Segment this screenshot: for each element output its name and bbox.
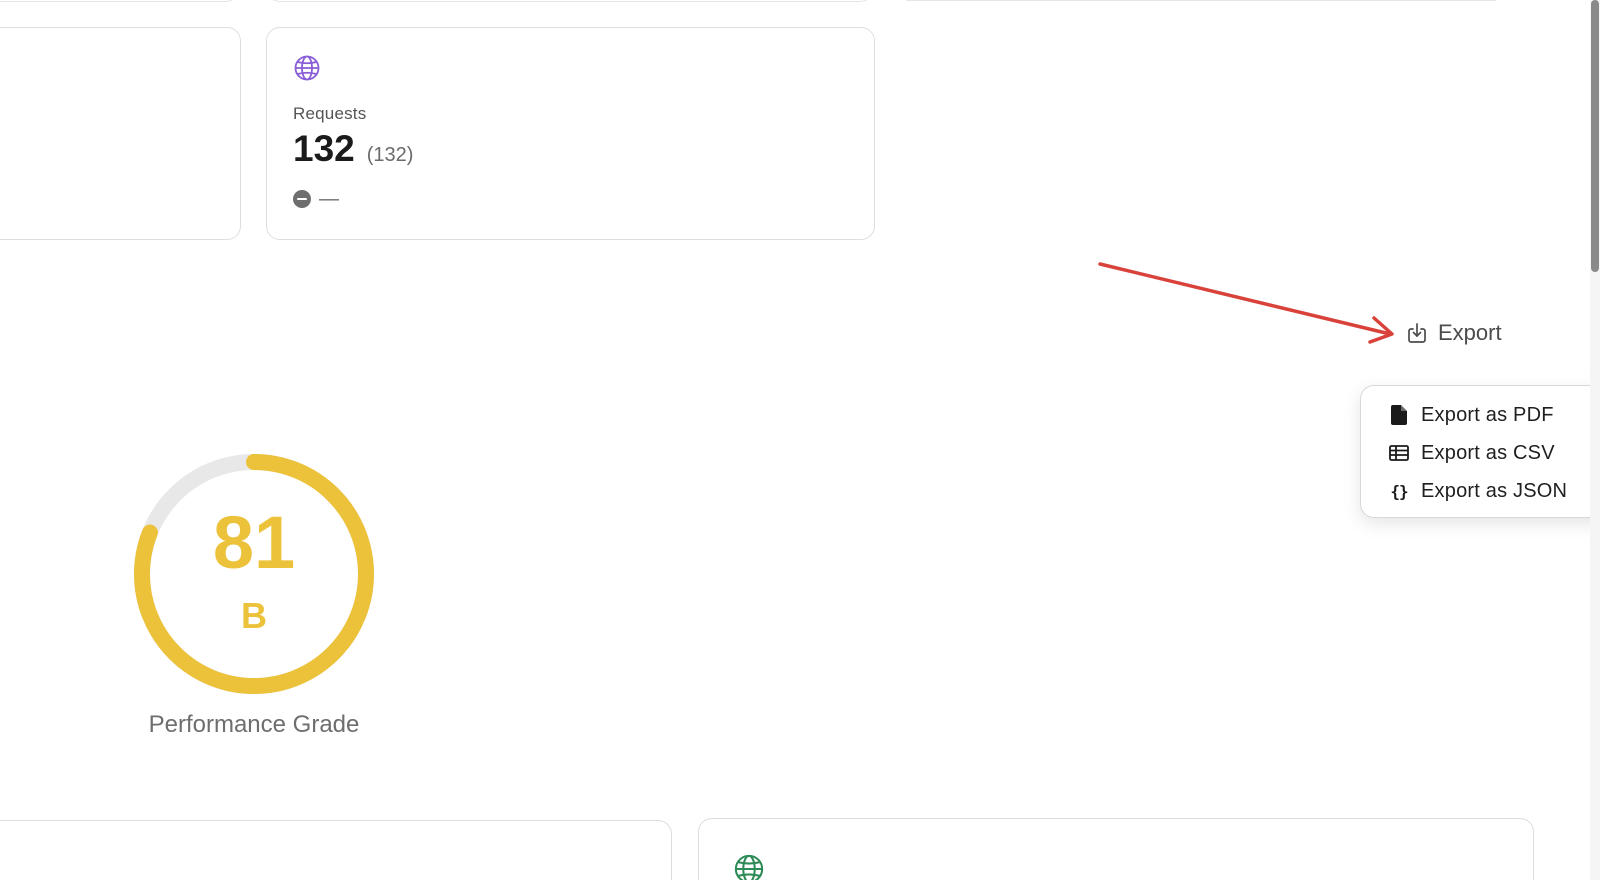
globe-icon xyxy=(293,54,321,82)
metric-value: 132 xyxy=(293,128,355,169)
performance-caption: Performance Grade xyxy=(148,711,360,738)
performance-letter-grade: B xyxy=(241,595,267,636)
table-icon xyxy=(1389,443,1409,463)
page: Requests 132 (132) — Export Export as PD… xyxy=(0,0,1600,880)
globe-icon xyxy=(733,853,765,880)
change-value: — xyxy=(319,188,339,210)
export-menu: Export as PDF Export as CSV {} Export as… xyxy=(1360,385,1600,518)
menu-item-label: Export as CSV xyxy=(1421,441,1555,464)
requests-card: Requests 132 (132) — xyxy=(266,27,875,240)
menu-item-export-pdf[interactable]: Export as PDF xyxy=(1361,396,1600,434)
metric-card xyxy=(0,820,672,880)
file-icon xyxy=(1389,405,1409,425)
scrollbar[interactable] xyxy=(1590,0,1600,880)
export-button-label: Export xyxy=(1438,320,1502,345)
metric-card xyxy=(698,818,1534,880)
scrollbar-thumb[interactable] xyxy=(1591,0,1599,272)
menu-item-export-csv[interactable]: Export as CSV xyxy=(1361,434,1600,472)
braces-icon: {} xyxy=(1390,481,1408,501)
metric-change: — xyxy=(293,188,339,210)
minus-circle-icon xyxy=(293,190,311,208)
metric-card xyxy=(0,27,241,240)
card-top-edge xyxy=(266,0,874,2)
annotation-arrow xyxy=(1098,262,1394,344)
metric-previous-value: (132) xyxy=(366,144,414,166)
menu-item-label: Export as PDF xyxy=(1421,403,1554,426)
export-button[interactable]: Export xyxy=(1402,318,1506,348)
card-top-edge xyxy=(0,0,240,2)
performance-score: 81 xyxy=(212,501,296,584)
menu-item-label: Export as JSON xyxy=(1421,479,1568,502)
performance-gauge: 81 B xyxy=(126,446,382,702)
menu-item-export-json[interactable]: {} Export as JSON xyxy=(1361,472,1600,510)
download-icon xyxy=(1408,323,1426,343)
divider xyxy=(906,0,1496,1)
metric-label: Requests xyxy=(293,104,367,123)
metric-value-row: 132 (132) xyxy=(293,128,413,170)
